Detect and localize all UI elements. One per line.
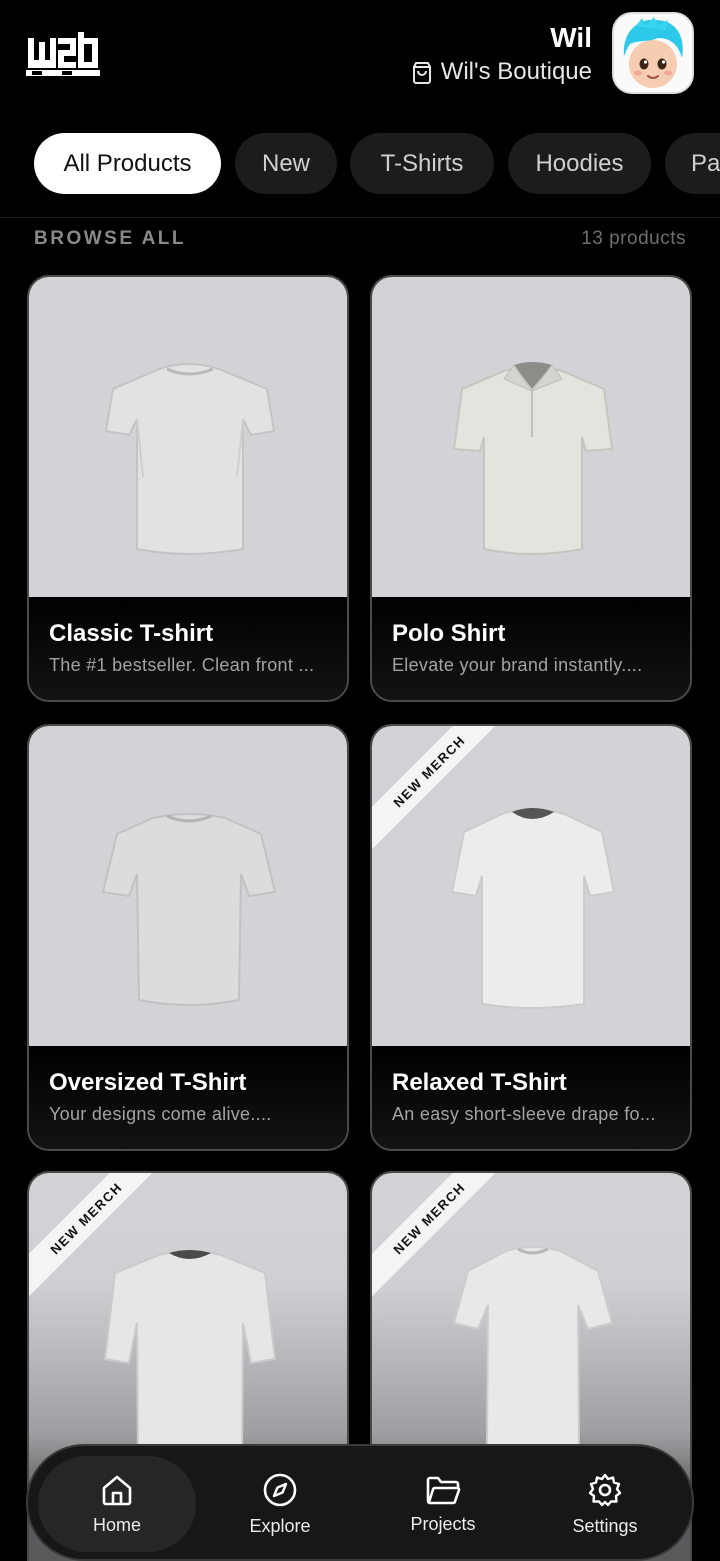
nav-home[interactable]: Home bbox=[38, 1456, 196, 1552]
product-card-oversized-t-shirt[interactable]: Oversized T-Shirt Your designs come aliv… bbox=[27, 724, 349, 1151]
avatar[interactable] bbox=[612, 12, 694, 94]
product-image bbox=[29, 277, 347, 597]
product-description: Your designs come alive.... bbox=[49, 1104, 272, 1124]
shopping-bag-icon bbox=[412, 62, 431, 84]
product-info: Polo Shirt Elevate your brand instantly.… bbox=[372, 597, 690, 700]
section-title: BROWSE ALL bbox=[34, 228, 187, 249]
product-info: Classic T-shirt The #1 bestseller. Clean… bbox=[29, 597, 347, 700]
product-card-relaxed-t-shirt[interactable]: NEW MERCH Relaxed T-Shirt An easy short-… bbox=[370, 724, 692, 1151]
divider bbox=[0, 217, 720, 218]
nav-home-label: Home bbox=[92, 1514, 141, 1535]
store-name: Wil's Boutique bbox=[440, 58, 592, 85]
user-info: Wil Wil's Boutique bbox=[411, 22, 592, 86]
bottom-navigation: Home Explore Projects Settings bbox=[26, 1444, 694, 1561]
compass-icon bbox=[263, 1473, 297, 1506]
product-count: 13 products bbox=[581, 228, 686, 249]
nav-settings-label: Settings bbox=[572, 1515, 638, 1536]
product-description: The #1 bestseller. Clean front ... bbox=[49, 655, 315, 675]
chip-new[interactable]: New bbox=[235, 133, 337, 194]
product-card-polo-shirt[interactable]: Polo Shirt Elevate your brand instantly.… bbox=[370, 275, 692, 702]
app-header: Wil Wil's Boutique bbox=[0, 0, 720, 120]
nav-projects[interactable]: Projects bbox=[364, 1456, 522, 1552]
brand-logo[interactable] bbox=[26, 30, 100, 78]
folder-icon bbox=[426, 1476, 461, 1504]
product-info: Oversized T-Shirt Your designs come aliv… bbox=[29, 1046, 347, 1149]
product-card-classic-t-shirt[interactable]: Classic T-shirt The #1 bestseller. Clean… bbox=[27, 275, 349, 702]
product-info: Relaxed T-Shirt An easy short-sleeve dra… bbox=[372, 1046, 690, 1149]
product-image bbox=[29, 726, 347, 1046]
product-title: Polo Shirt bbox=[392, 620, 506, 647]
chip-pants[interactable]: Pa bbox=[665, 133, 720, 194]
product-image bbox=[372, 277, 690, 597]
nav-settings[interactable]: Settings bbox=[526, 1456, 684, 1552]
nav-projects-label: Projects bbox=[410, 1513, 476, 1534]
section-header: BROWSE ALL 13 products bbox=[34, 228, 686, 250]
user-name: Wil bbox=[550, 22, 592, 53]
nav-explore-label: Explore bbox=[249, 1515, 311, 1536]
chip-all-products[interactable]: All Products bbox=[34, 133, 221, 194]
nav-explore[interactable]: Explore bbox=[201, 1456, 359, 1552]
product-title: Classic T-shirt bbox=[49, 620, 214, 647]
chip-t-shirts[interactable]: T-Shirts bbox=[350, 133, 494, 194]
chip-hoodies[interactable]: Hoodies bbox=[508, 133, 651, 194]
category-chips: All Products New T-Shirts Hoodies Pa bbox=[0, 133, 720, 195]
gear-icon bbox=[588, 1473, 622, 1506]
product-description: Elevate your brand instantly.... bbox=[392, 655, 643, 675]
home-icon bbox=[102, 1475, 132, 1505]
store-selector[interactable]: Wil's Boutique bbox=[411, 58, 592, 86]
product-title: Oversized T-Shirt bbox=[49, 1069, 247, 1096]
product-title: Relaxed T-Shirt bbox=[392, 1069, 567, 1096]
product-description: An easy short-sleeve drape fo... bbox=[392, 1104, 656, 1124]
